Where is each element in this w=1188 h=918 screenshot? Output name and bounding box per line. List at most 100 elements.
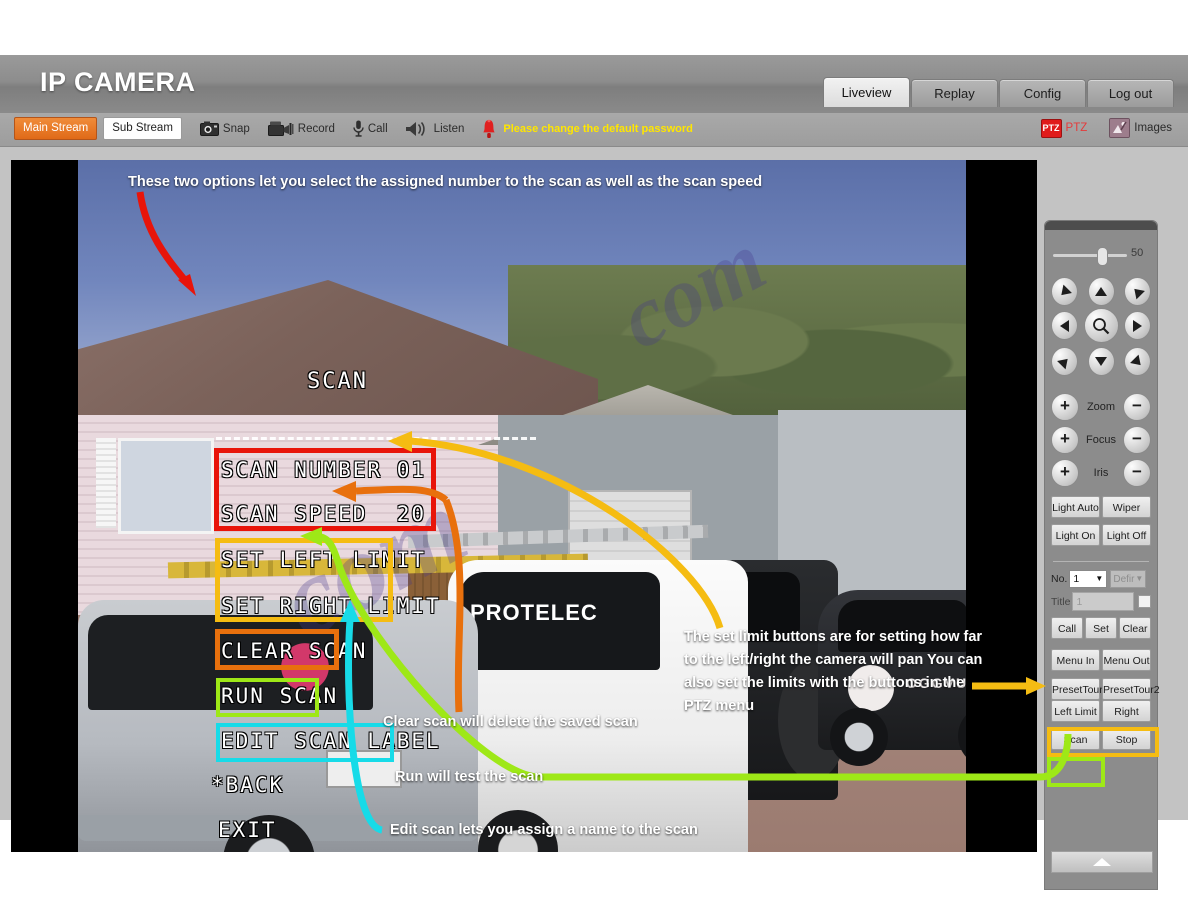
- light-on-button[interactable]: Light On: [1051, 524, 1100, 546]
- zoom-label: Zoom: [1086, 401, 1116, 413]
- light-off-button[interactable]: Light Off: [1102, 524, 1151, 546]
- ptz-auto-scan-button[interactable]: [1083, 308, 1119, 343]
- ptz-iris-row: + Iris −: [1051, 459, 1151, 487]
- preset-tour-row: PresetTour1 PresetTour2: [1051, 678, 1160, 700]
- menu-in-button[interactable]: Menu In: [1051, 649, 1100, 671]
- preset-title-checkbox[interactable]: [1138, 595, 1151, 608]
- ptz-down-right-button[interactable]: [1124, 347, 1151, 376]
- ptz-toggle-label[interactable]: PTZ: [1066, 122, 1088, 134]
- wiper-button[interactable]: Wiper: [1102, 496, 1151, 518]
- iris-close-button[interactable]: −: [1122, 459, 1151, 487]
- ptz-speed-track[interactable]: [1053, 254, 1127, 257]
- left-limit-button[interactable]: Left Limit: [1051, 700, 1100, 722]
- main-stream-button[interactable]: Main Stream: [14, 117, 98, 140]
- ptz-menu-row: Menu In Menu Out: [1051, 649, 1151, 671]
- osd-row-exit[interactable]: EXIT: [218, 818, 277, 842]
- ptz-limit-row: Left Limit Right Limit: [1051, 700, 1151, 740]
- preset-clear-button[interactable]: Clear: [1119, 617, 1151, 639]
- ptz-dpad-row-bottom: [1051, 347, 1151, 376]
- scene-window: [118, 438, 214, 534]
- ptz-light-onoff-row: Light On Light Off: [1051, 524, 1151, 546]
- ptz-down-left-button[interactable]: [1051, 347, 1078, 376]
- preset-title-input[interactable]: 1: [1072, 592, 1135, 611]
- liveview-video-container[interactable]: OGGVU PROTELEC com com SCAN SCAN NUMBER …: [11, 160, 1037, 852]
- highlight-box-scan-number-speed: [214, 448, 436, 531]
- ptz-light-auto-row: Light Auto Wiper: [1051, 496, 1151, 518]
- ptz-speed-handle[interactable]: [1097, 247, 1108, 266]
- scene-suv-badge: [848, 665, 894, 711]
- microphone-icon: [353, 120, 364, 137]
- call-button[interactable]: Call: [353, 120, 388, 137]
- password-warning-text: Please change the default password: [503, 122, 693, 135]
- stream-toolbar: Main Stream Sub Stream Snap Record Call …: [0, 113, 1188, 147]
- ptz-up-right-button[interactable]: [1124, 277, 1151, 306]
- chevron-up-icon: [1093, 858, 1111, 866]
- record-label: Record: [297, 122, 335, 135]
- camera-video-feed[interactable]: OGGVU PROTELEC com com: [78, 160, 966, 852]
- highlight-box-ptz-scan: [1047, 757, 1105, 787]
- sub-stream-button[interactable]: Sub Stream: [103, 117, 182, 140]
- ptz-up-left-button[interactable]: [1051, 277, 1078, 306]
- highlight-box-set-limits: [215, 538, 393, 622]
- right-limit-button[interactable]: Right Limit: [1102, 700, 1151, 740]
- preset-number-row: No. 1 ▼ Defir ▼: [1051, 570, 1151, 588]
- ptz-up-button[interactable]: [1087, 277, 1115, 306]
- zoom-out-button[interactable]: −: [1123, 393, 1151, 421]
- ptz-down-button[interactable]: [1087, 347, 1115, 376]
- tab-config[interactable]: Config: [999, 79, 1086, 107]
- osd-title: SCAN: [307, 369, 368, 394]
- tab-replay[interactable]: Replay: [911, 79, 998, 107]
- images-label[interactable]: Images: [1134, 122, 1172, 134]
- preset-actions-row: Call Set Clear: [1051, 617, 1151, 639]
- highlight-box-run-scan: [216, 678, 319, 717]
- scene-suv-decal: OGGVU: [906, 675, 966, 691]
- ptz-icon[interactable]: PTZ: [1040, 118, 1062, 138]
- password-warning: Please change the default password: [482, 119, 693, 139]
- ptz-panel-header: [1045, 221, 1157, 230]
- preset-number-select[interactable]: 1 ▼: [1069, 570, 1108, 588]
- iris-open-button[interactable]: +: [1051, 459, 1079, 487]
- toolbar-right-group: PTZ PTZ Images: [1040, 118, 1172, 138]
- camera-web-page: IP CAMERA Liveview Replay Config Log out…: [0, 55, 1188, 890]
- alarm-bell-icon: [482, 119, 496, 139]
- toolbar-left-group: Main Stream Sub Stream Snap Record Call …: [14, 117, 693, 140]
- main-nav-tabs: Liveview Replay Config Log out: [822, 77, 1174, 107]
- tab-liveview[interactable]: Liveview: [823, 77, 910, 107]
- record-button[interactable]: Record: [267, 121, 335, 137]
- snap-button[interactable]: Snap: [199, 121, 250, 136]
- listen-button[interactable]: Listen: [405, 121, 464, 137]
- ptz-control-panel: 50 + Zoom − + Focus − + Iris − Light Aut…: [1044, 220, 1160, 890]
- preset-tour2-button[interactable]: PresetTour2: [1102, 678, 1160, 700]
- app-root: IP CAMERA Liveview Replay Config Log out…: [0, 0, 1188, 918]
- preset-tour1-button[interactable]: PresetTour1: [1051, 678, 1109, 700]
- call-label: Call: [367, 122, 388, 135]
- menu-out-button[interactable]: Menu Out: [1102, 649, 1151, 671]
- scene-van-decal: PROTELEC: [470, 600, 598, 625]
- ptz-left-button[interactable]: [1051, 311, 1078, 340]
- zoom-in-button[interactable]: +: [1051, 393, 1079, 421]
- preset-set-button[interactable]: Set: [1085, 617, 1117, 639]
- light-auto-button[interactable]: Light Auto: [1051, 496, 1100, 518]
- ptz-right-button[interactable]: [1124, 311, 1151, 340]
- arrow-down-left-icon: [1057, 354, 1072, 369]
- ptz-collapse-button[interactable]: [1051, 851, 1153, 873]
- snap-label: Snap: [222, 122, 250, 135]
- preset-default-select[interactable]: Defir ▼: [1110, 570, 1147, 588]
- focus-out-button[interactable]: −: [1123, 426, 1151, 454]
- ptz-speed-slider[interactable]: 50: [1051, 247, 1151, 266]
- scene-suv-wheel-front: [830, 708, 888, 766]
- scene-window-shutter: [96, 438, 116, 528]
- arrow-up-left-icon: [1057, 284, 1072, 299]
- preset-call-button[interactable]: Call: [1051, 617, 1083, 639]
- osd-row-back[interactable]: *BACK: [211, 773, 284, 797]
- focus-label: Focus: [1086, 434, 1116, 446]
- tab-logout[interactable]: Log out: [1087, 79, 1174, 107]
- images-icon[interactable]: [1109, 118, 1131, 138]
- ptz-zoom-row: + Zoom −: [1051, 393, 1151, 421]
- arrow-right-icon: [1133, 319, 1142, 332]
- arrow-up-icon: [1095, 287, 1107, 296]
- arrow-down-right-icon: [1130, 354, 1145, 369]
- arrow-down-icon: [1095, 357, 1107, 366]
- focus-in-button[interactable]: +: [1051, 426, 1079, 454]
- ptz-separator: [1053, 561, 1149, 562]
